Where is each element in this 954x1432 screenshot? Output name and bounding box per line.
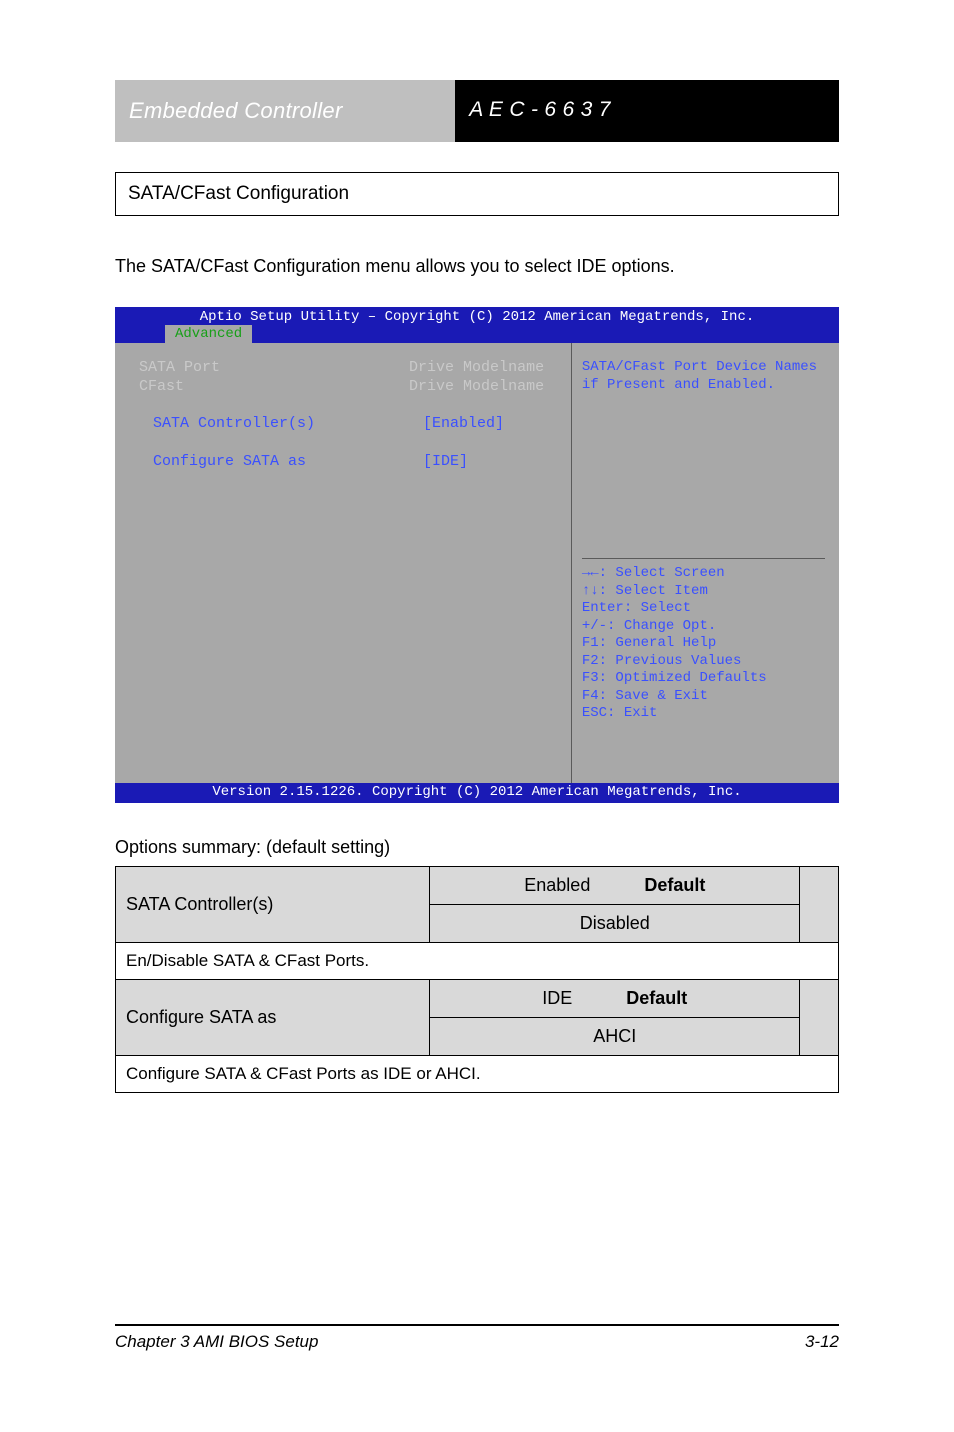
bios-setting-label: CFast <box>139 378 409 395</box>
options-summary-label: Options summary: (default setting) <box>115 837 839 858</box>
setting-description: Configure SATA & CFast Ports as IDE or A… <box>116 1056 839 1093</box>
setting-description: En/Disable SATA & CFast Ports. <box>116 943 839 980</box>
bios-key-legend-item: ↑↓: Select Item <box>582 583 825 601</box>
settings-row: SATA Controller(s)Enabled Default <box>116 867 839 905</box>
setting-option: Disabled <box>430 905 800 943</box>
bios-setting-row: Configure SATA as [IDE] <box>139 453 561 472</box>
bios-setting-label: SATA Controller(s) <box>153 415 423 432</box>
bios-setting-value: Drive Modelname <box>409 378 544 395</box>
settings-description-row: Configure SATA & CFast Ports as IDE or A… <box>116 1056 839 1093</box>
settings-table: SATA Controller(s)Enabled DefaultDisable… <box>115 866 839 1093</box>
bios-key-legend-item: F3: Optimized Defaults <box>582 670 825 688</box>
header-right-title: A E C - 6 6 3 7 <box>455 80 839 142</box>
bios-setting-value: [IDE] <box>423 453 468 470</box>
bios-setting-label <box>139 397 409 414</box>
setting-blank <box>800 980 839 1056</box>
bios-key-legend-item: F1: General Help <box>582 635 825 653</box>
bios-title-bar: Aptio Setup Utility – Copyright (C) 2012… <box>115 307 839 325</box>
bios-screenshot: Aptio Setup Utility – Copyright (C) 2012… <box>115 307 839 803</box>
bios-footer-bar: Version 2.15.1226. Copyright (C) 2012 Am… <box>115 783 839 803</box>
bios-setting-label <box>139 434 409 451</box>
section-intro: The SATA/CFast Configuration menu allows… <box>115 256 839 277</box>
setting-name: SATA Controller(s) <box>116 867 430 943</box>
bios-key-legend-item: ESC: Exit <box>582 705 825 723</box>
bios-setting-row <box>139 397 561 416</box>
bios-setting-value: Drive Modelname <box>409 359 544 376</box>
bios-setting-value: [Enabled] <box>423 415 504 432</box>
bios-help-pane: SATA/CFast Port Device Names if Present … <box>572 343 839 783</box>
bios-settings-pane: SATA Port Drive ModelnameCFast Drive Mod… <box>115 343 572 783</box>
setting-name: Configure SATA as <box>116 980 430 1056</box>
page-footer-rule <box>115 1324 839 1326</box>
bios-key-legend-item: Enter: Select <box>582 600 825 618</box>
bios-active-tab: Advanced <box>165 325 252 343</box>
bios-key-legend: →←: Select Screen↑↓: Select ItemEnter: S… <box>582 565 825 723</box>
bios-setting-row: SATA Port Drive Modelname <box>139 359 561 378</box>
bios-setting-row: CFast Drive Modelname <box>139 378 561 397</box>
footer-page-number: 3-12 <box>805 1332 839 1352</box>
bios-tab-row: Advanced <box>115 325 839 343</box>
header-left-title: Embedded Controller <box>115 80 455 142</box>
footer-chapter: Chapter 3 AMI BIOS Setup <box>115 1332 318 1352</box>
bios-setting-row: SATA Controller(s) [Enabled] <box>139 415 561 434</box>
setting-option: AHCI <box>430 1018 800 1056</box>
page-header: Embedded Controller A E C - 6 6 3 7 <box>115 80 839 142</box>
bios-setting-label: SATA Port <box>139 359 409 376</box>
bios-setting-label: Configure SATA as <box>153 453 423 470</box>
bios-key-legend-item: +/-: Change Opt. <box>582 618 825 636</box>
settings-description-row: En/Disable SATA & CFast Ports. <box>116 943 839 980</box>
bios-help-text: SATA/CFast Port Device Names if Present … <box>582 359 825 394</box>
settings-row: Configure SATA asIDE Default <box>116 980 839 1018</box>
page-footer: Chapter 3 AMI BIOS Setup 3-12 <box>115 1324 839 1352</box>
bios-key-legend-item: F2: Previous Values <box>582 653 825 671</box>
setting-option: Enabled Default <box>430 867 800 905</box>
setting-blank <box>800 867 839 943</box>
bios-key-legend-item: →←: Select Screen <box>582 565 825 583</box>
bios-setting-row <box>139 434 561 453</box>
bios-key-legend-item: F4: Save & Exit <box>582 688 825 706</box>
setting-option: IDE Default <box>430 980 800 1018</box>
section-box-title: SATA/CFast Configuration <box>115 172 839 216</box>
bios-help-divider <box>582 558 825 559</box>
